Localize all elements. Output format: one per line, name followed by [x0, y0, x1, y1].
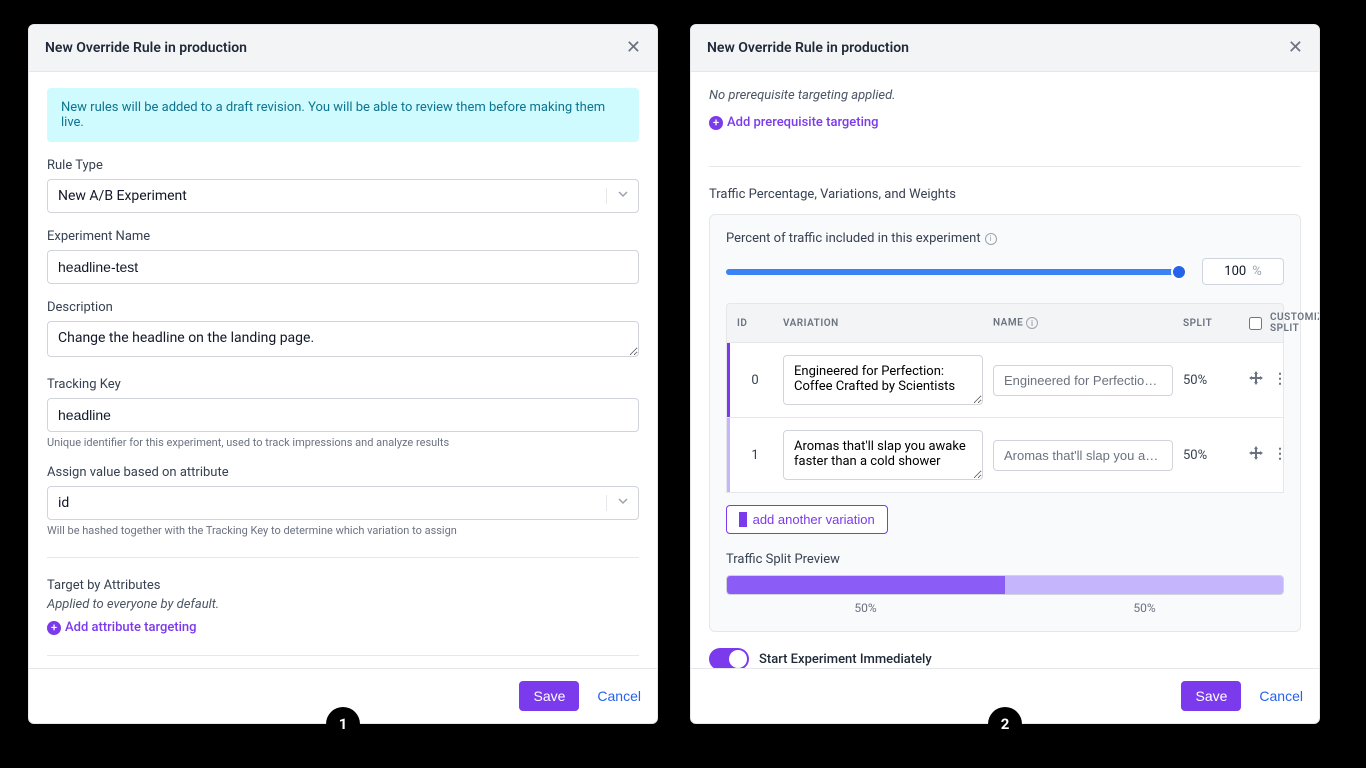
tracking-key-input[interactable]	[47, 398, 639, 432]
experiment-name-input[interactable]	[47, 250, 639, 284]
col-variation: VARIATION	[783, 318, 983, 329]
preview-segment-label: 50%	[726, 601, 1005, 615]
add-attribute-targeting-label: Add attribute targeting	[65, 620, 197, 635]
traffic-percent-value: 100	[1224, 264, 1246, 279]
variation-id: 1	[737, 448, 773, 463]
info-icon[interactable]: i	[985, 233, 997, 245]
plus-icon: +	[47, 621, 61, 635]
start-immediately-label: Start Experiment Immediately	[759, 652, 932, 667]
modal-new-override-rule-2: New Override Rule in production ✕ No pre…	[690, 24, 1320, 724]
variation-split: 50%	[1183, 448, 1239, 463]
move-icon[interactable]	[1249, 371, 1263, 389]
traffic-split-preview-bar	[726, 575, 1284, 595]
divider	[47, 655, 639, 656]
slider-thumb-icon[interactable]	[1171, 264, 1187, 280]
variation-name-input[interactable]	[993, 440, 1173, 471]
target-attributes-title: Target by Attributes	[47, 578, 639, 593]
move-icon[interactable]	[1249, 446, 1263, 464]
traffic-split-preview-labels: 50%50%	[726, 601, 1284, 615]
preview-segment	[1005, 576, 1283, 594]
experiment-name-label: Experiment Name	[47, 229, 639, 244]
add-variation-button[interactable]: + add another variation	[726, 505, 888, 534]
col-id: ID	[737, 318, 773, 329]
save-button[interactable]: Save	[1181, 681, 1241, 711]
variation-row: 1 Aromas that'll slap you awake faster th…	[726, 418, 1284, 493]
chevron-down-icon	[606, 495, 629, 511]
target-attributes-sub: Applied to everyone by default.	[47, 597, 639, 612]
modal-new-override-rule-1: New Override Rule in production ✕ New ru…	[28, 24, 658, 724]
traffic-percent-input[interactable]: 100 %	[1202, 258, 1284, 285]
variations-table-header: ID VARIATION NAME i SPLIT CUSTOMIZE SPLI…	[726, 303, 1284, 343]
preview-segment-label: 50%	[1005, 601, 1284, 615]
add-prereq-targeting-label: Add prerequisite targeting	[727, 115, 879, 130]
more-icon[interactable]: ⋮	[1273, 371, 1287, 389]
rule-type-value: New A/B Experiment	[47, 179, 639, 213]
col-name: NAME i	[993, 317, 1173, 329]
variation-value-input[interactable]: Aromas that'll slap you awake faster tha…	[783, 430, 983, 480]
add-attribute-targeting-button[interactable]: + Add attribute targeting	[47, 620, 197, 635]
cancel-button[interactable]: Cancel	[1259, 688, 1303, 704]
toggle-knob-icon	[729, 650, 747, 668]
assign-attribute-help: Will be hashed together with the Trackin…	[47, 524, 639, 537]
variation-split: 50%	[1183, 373, 1239, 388]
variation-value-input[interactable]: Engineered for Perfection: Coffee Crafte…	[783, 355, 983, 405]
add-variation-label: add another variation	[753, 512, 875, 527]
tracking-key-label: Tracking Key	[47, 377, 639, 392]
traffic-slider[interactable]	[726, 269, 1186, 275]
step-badge: 2	[988, 707, 1022, 741]
modal-body[interactable]: New rules will be added to a draft revis…	[29, 72, 657, 668]
close-icon[interactable]: ✕	[1288, 39, 1303, 57]
save-button[interactable]: Save	[519, 681, 579, 711]
divider	[709, 166, 1301, 167]
assign-attribute-value: id	[47, 486, 639, 520]
assign-attribute-label: Assign value based on attribute	[47, 465, 639, 480]
modal-title: New Override Rule in production	[707, 40, 909, 56]
variation-id: 0	[737, 373, 773, 388]
draft-revision-banner: New rules will be added to a draft revis…	[47, 88, 639, 142]
cancel-button[interactable]: Cancel	[597, 688, 641, 704]
col-customize: CUSTOMIZE SPLIT	[1270, 312, 1319, 334]
rule-type-label: Rule Type	[47, 158, 639, 173]
divider	[47, 557, 639, 558]
close-icon[interactable]: ✕	[626, 39, 641, 57]
rule-type-select[interactable]: New A/B Experiment	[47, 179, 639, 213]
step-badge: 1	[326, 707, 360, 741]
description-input[interactable]: Change the headline on the landing page.	[47, 321, 639, 357]
chevron-down-icon	[606, 188, 629, 204]
customize-split-checkbox[interactable]	[1249, 317, 1262, 330]
assign-attribute-select[interactable]: id	[47, 486, 639, 520]
traffic-split-preview-title: Traffic Split Preview	[726, 552, 1284, 567]
traffic-section-title: Traffic Percentage, Variations, and Weig…	[709, 187, 1301, 202]
prereq-sub: No prerequisite targeting applied.	[709, 88, 1301, 103]
modal-header: New Override Rule in production ✕	[691, 25, 1319, 72]
plus-icon: +	[739, 512, 747, 527]
col-split: SPLIT	[1183, 318, 1239, 329]
variation-name-input[interactable]	[993, 365, 1173, 396]
info-icon[interactable]: i	[1026, 317, 1038, 329]
preview-segment	[727, 576, 1005, 594]
description-label: Description	[47, 300, 639, 315]
modal-title: New Override Rule in production	[45, 40, 247, 56]
add-prereq-targeting-button[interactable]: + Add prerequisite targeting	[709, 115, 879, 130]
plus-icon: +	[709, 116, 723, 130]
traffic-slider-label: Percent of traffic included in this expe…	[726, 231, 1284, 246]
modal-header: New Override Rule in production ✕	[29, 25, 657, 72]
percent-unit: %	[1252, 264, 1262, 279]
start-immediately-toggle[interactable]	[709, 648, 749, 668]
variation-row: 0 Engineered for Perfection: Coffee Craft…	[726, 343, 1284, 418]
tracking-key-help: Unique identifier for this experiment, u…	[47, 436, 639, 449]
modal-body[interactable]: No prerequisite targeting applied. + Add…	[691, 72, 1319, 668]
traffic-panel: Percent of traffic included in this expe…	[709, 214, 1301, 632]
more-icon[interactable]: ⋮	[1273, 446, 1287, 464]
